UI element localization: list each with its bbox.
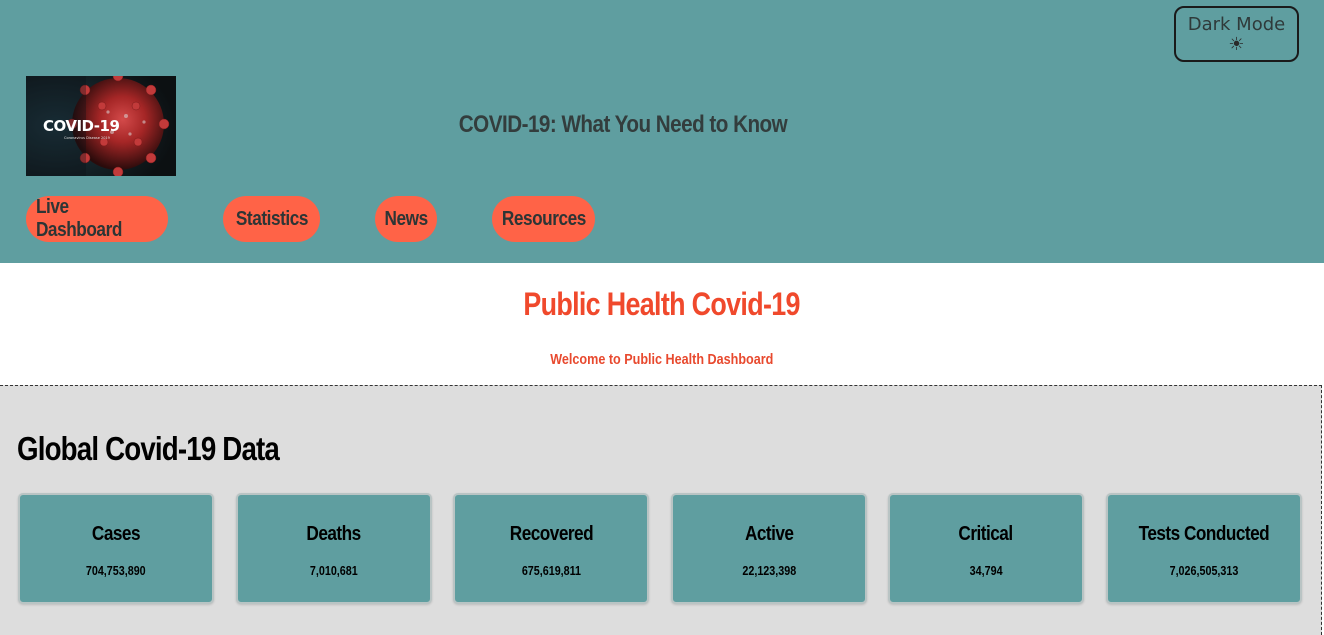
nav-item-label: News [384,207,428,230]
stat-label-text: Tests Conducted [1138,523,1270,545]
nav-item-label: Resources [501,207,586,230]
nav-item-label: Statistics [235,207,308,230]
page-title-text: Public Health Covid-19 [523,286,801,322]
page-subtitle-text: Welcome to Public Health Dashboard [550,351,774,368]
stat-label-text: Deaths [306,523,362,545]
dark-mode-toggle-button[interactable]: Dark Mode ☀ [1174,6,1299,62]
stat-value-text: 7,026,505,313 [1169,564,1239,578]
stat-label: Critical [890,523,1082,546]
stat-value-text: 704,753,890 [86,564,146,578]
stat-value: 7,010,681 [238,564,430,578]
stat-value: 675,619,811 [455,564,647,578]
section-title: Global Covid-19 Data [17,430,280,467]
stat-value-text: 34,794 [969,564,1003,578]
stat-label: Deaths [238,523,430,546]
covid-logo-image: COVID-19 Coronavirus Disease 2019 [26,76,176,176]
page-subtitle: Welcome to Public Health Dashboard [0,351,1324,368]
dark-mode-label: Dark Mode [1187,14,1286,35]
stat-card-tests-conducted: Tests Conducted 7,026,505,313 [1106,493,1302,604]
logo-subtext: Coronavirus Disease 2019 [64,136,110,140]
stat-label-text: Cases [91,523,141,545]
stat-value: 7,026,505,313 [1108,564,1300,578]
stat-card-cases: Cases 704,753,890 [18,493,214,604]
nav-statistics-button[interactable]: Statistics [223,196,320,242]
stat-label: Tests Conducted [1108,523,1300,546]
nav-resources-button[interactable]: Resources [492,196,595,242]
stat-label: Active [673,523,865,546]
stat-label: Recovered [455,523,647,546]
nav-live-dashboard-button[interactable]: Live Dashboard [26,196,168,242]
stat-card-active: Active 22,123,398 [671,493,867,604]
stat-label-text: Recovered [509,523,593,545]
site-header: Dark Mode ☀ COVID-19 Coronavirus Disease… [0,0,1324,263]
nav-news-button[interactable]: News [375,196,437,242]
stat-label-text: Active [744,523,794,545]
logo-text: COVID-19 [43,117,120,135]
page-title: Public Health Covid-19 [0,286,1324,323]
stat-value-text: 22,123,398 [742,564,796,578]
stat-value: 34,794 [890,564,1082,578]
stat-value: 22,123,398 [673,564,865,578]
nav-item-label: Live Dashboard [35,196,122,241]
sun-icon: ☀ [1228,34,1245,55]
stat-value-text: 7,010,681 [310,564,358,578]
stat-card-recovered: Recovered 675,619,811 [453,493,649,604]
stat-card-deaths: Deaths 7,010,681 [236,493,432,604]
site-title: COVID-19: What You Need to Know [458,111,788,138]
stat-value-text: 675,619,811 [521,564,581,578]
stat-label: Cases [20,523,212,546]
stat-label-text: Critical [958,523,1014,545]
stat-card-critical: Critical 34,794 [888,493,1084,604]
stat-value: 704,753,890 [20,564,212,578]
